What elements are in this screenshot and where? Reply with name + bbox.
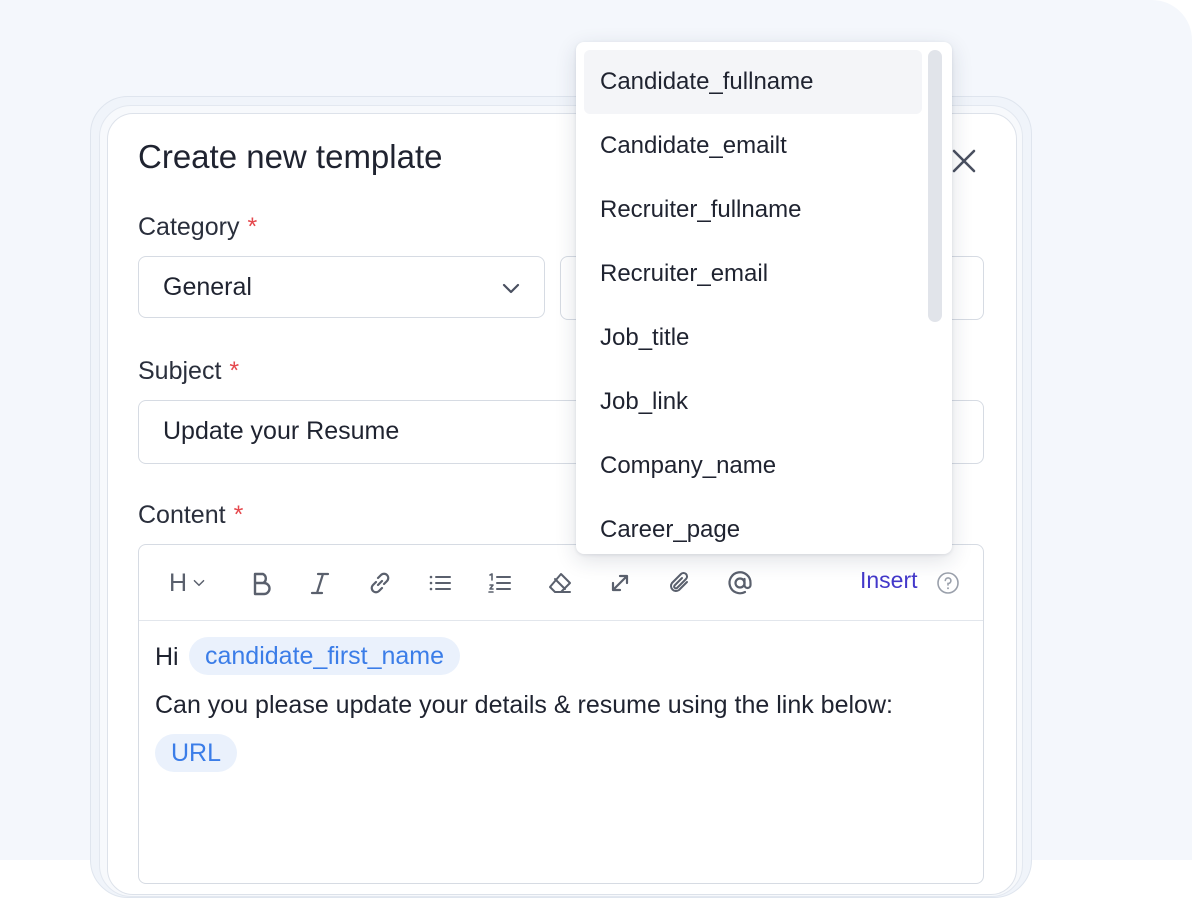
bold-button[interactable] <box>245 567 277 599</box>
dropdown-item[interactable]: Recruiter_email <box>584 242 922 306</box>
variable-chip[interactable]: candidate_first_name <box>189 637 461 675</box>
required-mark: * <box>233 501 244 529</box>
mention-button[interactable] <box>724 567 756 599</box>
paperclip-icon <box>670 571 689 592</box>
dropdown-item[interactable]: Job_link <box>584 370 922 434</box>
subject-label: Subject * <box>138 357 239 386</box>
subject-label-text: Subject <box>138 357 222 385</box>
category-select[interactable]: General <box>138 256 545 318</box>
dropdown-item[interactable]: Career_page <box>584 498 922 554</box>
bold-icon <box>253 572 271 596</box>
subject-input-value: Update your Resume <box>163 417 400 445</box>
chevron-down-icon <box>193 579 205 587</box>
italic-icon <box>310 572 330 595</box>
help-icon[interactable] <box>936 571 960 595</box>
link-button[interactable] <box>364 567 396 599</box>
content-label-text: Content <box>138 501 226 529</box>
expand-icon <box>611 574 629 592</box>
dropdown-item[interactable]: Candidate_emailt <box>584 114 922 178</box>
dropdown-scrollbar[interactable] <box>928 50 942 322</box>
insert-variable-dropdown: Candidate_fullname Candidate_emailt Recr… <box>576 42 952 554</box>
dropdown-item[interactable]: Company_name <box>584 434 922 498</box>
content-label: Content * <box>138 501 243 530</box>
expand-button[interactable] <box>604 567 636 599</box>
greeting-text: Hi <box>155 643 179 671</box>
link-icon <box>370 572 390 594</box>
numbered-list-button[interactable] <box>484 567 516 599</box>
heading-label: H <box>168 568 188 597</box>
numbered-list-icon <box>488 573 511 593</box>
category-select-value: General <box>163 273 252 301</box>
clear-format-button[interactable] <box>544 567 576 599</box>
italic-button[interactable] <box>304 567 336 599</box>
at-sign-icon <box>728 571 752 595</box>
dropdown-item[interactable]: Job_title <box>584 306 922 370</box>
editor-toolbar: H Insert <box>139 545 983 621</box>
category-label-text: Category <box>138 213 240 241</box>
category-label: Category * <box>138 213 257 242</box>
chevron-down-icon <box>502 283 520 294</box>
dropdown-item[interactable]: Recruiter_fullname <box>584 178 922 242</box>
url-chip[interactable]: URL <box>155 734 238 772</box>
bullet-list-button[interactable] <box>424 567 456 599</box>
body-line: Can you please update your details & res… <box>155 691 893 719</box>
required-mark: * <box>247 213 258 241</box>
modal-title: Create new template <box>138 138 443 175</box>
heading-button[interactable]: H <box>163 567 213 599</box>
required-mark: * <box>229 357 240 385</box>
content-editor[interactable]: H Insert Hi candidate_first_name Can you… <box>138 544 984 884</box>
insert-button[interactable]: Insert <box>860 567 918 594</box>
eraser-icon <box>549 573 571 593</box>
bullet-list-icon <box>429 575 451 591</box>
dropdown-item[interactable]: Candidate_fullname <box>584 50 922 114</box>
attach-button[interactable] <box>664 567 696 599</box>
